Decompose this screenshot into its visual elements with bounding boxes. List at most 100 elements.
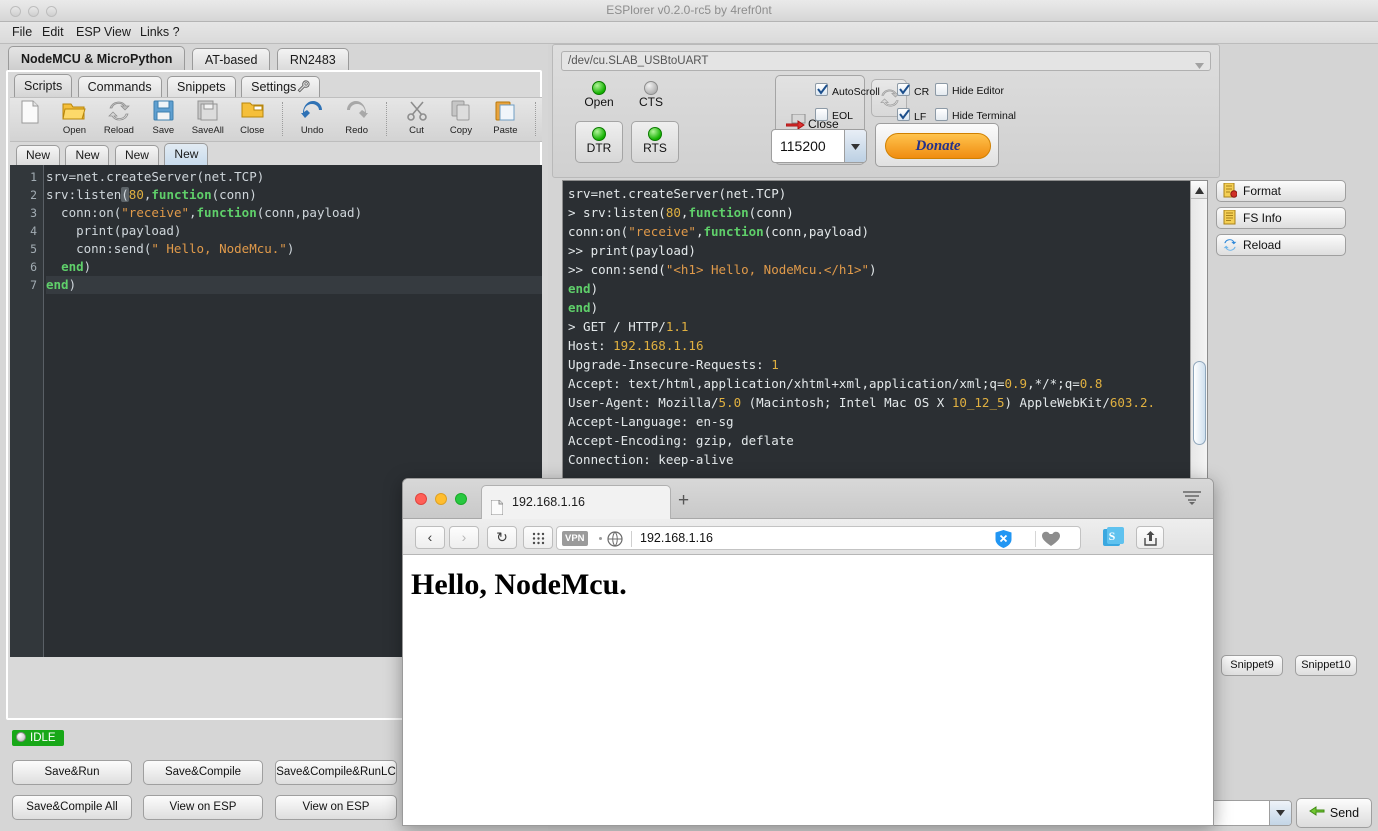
send-button[interactable]: Send [1296, 798, 1372, 828]
heart-icon[interactable] [1042, 531, 1060, 552]
baud-rate-select[interactable]: 115200 [771, 129, 867, 163]
save-compile-runlc-button[interactable]: Save&Compile&RunLC [275, 760, 397, 785]
tab-rn2483[interactable]: RN2483 [277, 48, 349, 71]
serial-port-select[interactable]: /dev/cu.SLAB_USBtoUART [561, 51, 1211, 71]
toolbar-close[interactable]: Close [232, 98, 272, 141]
tab-settings[interactable]: Settings [241, 76, 320, 98]
undo-arrow-icon [292, 100, 332, 124]
address-bar[interactable]: VPN 192.168.1.16 [556, 526, 1081, 550]
browser-maximize-button[interactable] [455, 493, 467, 505]
file-tab-4[interactable]: New [164, 143, 208, 165]
snippet9-button[interactable]: Snippet9 [1221, 655, 1283, 676]
save-and-compile-button[interactable]: Save&Compile [143, 760, 263, 785]
file-tab-1[interactable]: New [16, 145, 60, 165]
back-button[interactable]: ‹ [415, 526, 445, 549]
view-on-esp-button-1[interactable]: View on ESP [143, 795, 263, 820]
browser-window: 192.168.1.16 + ‹ › ↻ VPN 192.168.1.16 S [402, 478, 1214, 826]
fs-reload-label: Reload [1243, 238, 1281, 252]
send-label: Send [1330, 806, 1359, 820]
rts-button[interactable]: RTS [631, 121, 679, 163]
terminal-line: >> print(payload) [563, 241, 1207, 260]
tab-nodemcu-micropython[interactable]: NodeMCU & MicroPython [8, 46, 185, 71]
fs-reload-button[interactable]: Reload [1216, 234, 1346, 256]
tab-snippets[interactable]: Snippets [167, 76, 236, 98]
save-all-icon [188, 100, 228, 124]
lf-label: LF [914, 111, 926, 123]
save-and-compile-all-button[interactable]: Save&Compile All [12, 795, 132, 820]
skype-extension-icon[interactable]: S [1103, 527, 1124, 553]
browser-navbar: ‹ › ↻ VPN 192.168.1.16 S [403, 519, 1214, 555]
file-tab-3[interactable]: New [115, 145, 159, 165]
toolbar-cut-label: Cut [397, 125, 437, 136]
toolbar-separator-2 [386, 102, 387, 136]
separator-dot [599, 537, 602, 540]
led-cts: CTS [631, 81, 671, 109]
code-line: srv=net.createServer(net.TCP) [46, 168, 542, 186]
donate-button[interactable]: Donate [875, 123, 999, 167]
open-folder-icon [54, 100, 94, 124]
toolbar-open[interactable]: Open [54, 98, 94, 141]
reload-circular-icon [1223, 238, 1237, 258]
toolbar-redo-label: Redo [337, 125, 377, 136]
terminal-scrollbar-thumb[interactable] [1193, 361, 1206, 445]
browser-menu-icon[interactable] [1183, 491, 1201, 510]
fs-info-button[interactable]: FS Info [1216, 207, 1346, 229]
screen: ESPlorer v0.2.0-rc5 by 4refr0nt File Edi… [0, 0, 1378, 831]
dtr-button[interactable]: DTR [575, 121, 623, 163]
toolbar-paste[interactable]: Paste [485, 98, 525, 141]
toolbar-undo[interactable]: Undo [292, 98, 332, 141]
autoscroll-label: AutoScroll [832, 86, 880, 98]
share-button[interactable] [1136, 526, 1164, 549]
toolbar-new-file[interactable] [10, 98, 50, 141]
snippet10-button[interactable]: Snippet10 [1295, 655, 1357, 676]
format-label: Format [1243, 184, 1281, 198]
browser-tab[interactable]: 192.168.1.16 [481, 485, 671, 519]
toolbar-copy[interactable]: Copy [441, 98, 481, 141]
save-and-run-button[interactable]: Save&Run [12, 760, 132, 785]
tab-scripts[interactable]: Scripts [14, 74, 72, 98]
hide-editor-checkbox[interactable]: Hide Editor [935, 83, 1004, 97]
hide-terminal-checkbox[interactable]: Hide Terminal [935, 108, 1016, 122]
autoscroll-checkbox[interactable]: AutoScroll [815, 83, 880, 98]
file-tab-2[interactable]: New [65, 145, 109, 165]
checkbox-icon-unchecked [815, 108, 828, 121]
tab-commands[interactable]: Commands [78, 76, 162, 98]
code-line: print(payload) [46, 222, 542, 240]
code-line: end) [46, 258, 542, 276]
browser-close-button[interactable] [415, 493, 427, 505]
lf-checkbox[interactable]: LF [897, 108, 926, 123]
cr-checkbox[interactable]: CR [897, 83, 929, 98]
scroll-up-arrow-icon[interactable] [1191, 181, 1208, 199]
tab-at-based[interactable]: AT-based [192, 48, 271, 71]
toolbar-cut[interactable]: Cut [397, 98, 437, 141]
forward-button[interactable]: › [449, 526, 479, 549]
shield-block-icon[interactable] [995, 530, 1012, 553]
toolbar-save[interactable]: Save [143, 98, 183, 141]
chevron-down-icon[interactable] [1269, 801, 1291, 825]
toolbar-redo[interactable]: Redo [337, 98, 377, 141]
new-tab-button[interactable]: + [678, 490, 689, 512]
format-button[interactable]: Format [1216, 180, 1346, 202]
browser-minimize-button[interactable] [435, 493, 447, 505]
reload-page-button[interactable]: ↻ [487, 526, 517, 549]
toolbar-save-all[interactable]: SaveAll [188, 98, 228, 141]
view-on-esp-button-2[interactable]: View on ESP [275, 795, 397, 820]
checkbox-icon-checked [815, 83, 828, 96]
url-text: 192.168.1.16 [640, 531, 713, 545]
show-all-tabs-button[interactable] [523, 526, 553, 549]
status-label: IDLE [30, 732, 56, 744]
menu-file[interactable]: File [8, 25, 36, 39]
checkbox-icon-unchecked [935, 108, 948, 121]
menu-links[interactable]: Links ? [136, 25, 184, 39]
eol-checkbox[interactable]: EOL [815, 108, 853, 122]
open-led-icon [592, 81, 606, 95]
toolbar-reload[interactable]: Reload [99, 98, 139, 141]
menu-edit[interactable]: Edit [38, 25, 68, 39]
terminal-line: end) [563, 279, 1207, 298]
line-number: 7 [10, 276, 43, 294]
browser-tab-title: 192.168.1.16 [512, 495, 585, 509]
toolbar-paste-label: Paste [485, 125, 525, 136]
menu-view[interactable]: View [100, 25, 135, 39]
hide-terminal-label: Hide Terminal [952, 110, 1016, 122]
fs-info-label: FS Info [1243, 211, 1282, 225]
